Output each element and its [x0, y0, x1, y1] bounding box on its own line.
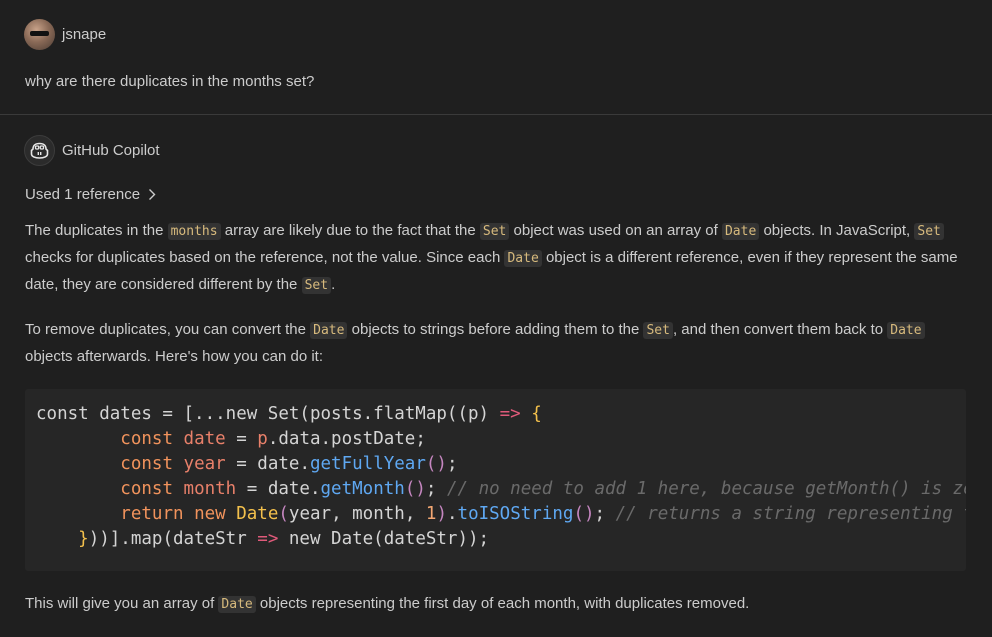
response-paragraph-3: This will give you an array of Date obje… [25, 595, 750, 613]
user-message: why are there duplicates in the months s… [25, 73, 315, 90]
inline-code: Set [479, 223, 510, 240]
code-line-5: return new Date(year, month, 1).toISOStr… [120, 504, 966, 524]
inline-code: Set [914, 223, 944, 240]
copilot-icon [24, 134, 55, 166]
code-line-1: const dates = [...new Set(posts.flatMap(… [36, 404, 542, 424]
code-line-6: }))].map(dateStr => new Date(dateStr)); [78, 529, 490, 549]
response-paragraph-1: The duplicates in the months array are l… [25, 222, 958, 294]
inline-code: Set [643, 322, 673, 339]
chat-panel: jsnape why are there duplicates in the m… [0, 0, 992, 637]
assistant-header: GitHub Copilot [24, 134, 160, 166]
inline-code: Date [887, 322, 925, 339]
inline-code: Date [721, 223, 760, 240]
code-line-4: const month = date.getMonth(); // no nee… [120, 479, 966, 499]
code-block[interactable]: const dates = [...new Set(posts.flatMap(… [25, 389, 966, 571]
response-paragraph-2: To remove duplicates, you can convert th… [25, 317, 970, 370]
inline-code: Set [301, 277, 332, 294]
inline-code: Date [504, 250, 542, 267]
references-label: Used 1 reference [25, 186, 141, 203]
code-line-3: const year = date.getFullYear(); [120, 454, 458, 474]
inline-code: Date [310, 322, 348, 339]
references-toggle[interactable]: Used 1 reference [25, 186, 158, 203]
inline-code: months [167, 223, 221, 240]
sunglasses-icon [30, 30, 49, 36]
inline-code: Date [218, 596, 256, 613]
assistant-name: GitHub Copilot [62, 141, 160, 159]
message-divider [0, 114, 992, 115]
user-name[interactable]: jsnape [62, 26, 106, 43]
user-avatar[interactable] [24, 18, 55, 50]
code-content: const dates = [...new Set(posts.flatMap(… [25, 389, 966, 552]
chevron-right-icon [148, 187, 158, 203]
user-header: jsnape [24, 18, 106, 50]
code-line-2: const date = p.data.postDate; [120, 429, 426, 449]
copilot-logo-icon [30, 142, 49, 159]
